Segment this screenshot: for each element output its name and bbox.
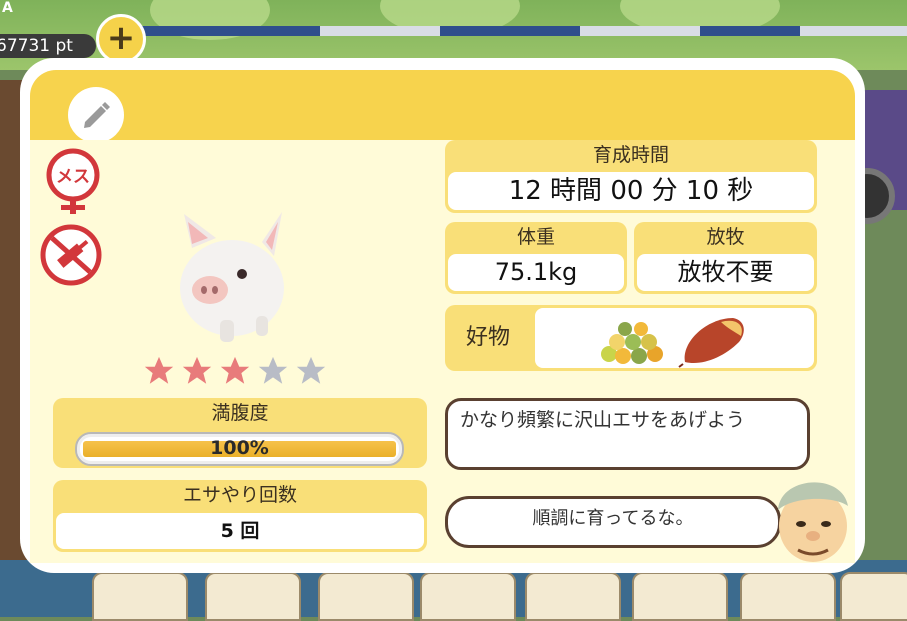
feed-count-label: エサやり回数 [182, 484, 297, 506]
level-label: A [2, 0, 13, 16]
feed-tray[interactable] [632, 572, 728, 621]
edit-name-button[interactable] [68, 87, 124, 143]
star-empty-icon [296, 356, 326, 384]
star-filled-icon [220, 356, 250, 384]
comment-bubble: 順調に育ってるな。 [445, 496, 781, 548]
growth-time-label: 育成時間 [592, 144, 669, 166]
rating-stars [142, 354, 328, 388]
weight-label: 体重 [516, 226, 555, 248]
farmer-avatar [768, 466, 858, 570]
advice-bubble: かなり頻繁に沢山エサをあげよう [445, 398, 810, 470]
feed-tray[interactable] [205, 572, 301, 621]
grazing-value: 放牧不要 [637, 254, 814, 291]
no-syringe-icon [40, 224, 102, 290]
background-fence [140, 26, 907, 36]
satiety-gauge: 100% [75, 432, 404, 466]
growth-time-value: 12 時間 00 分 10 秒 [448, 172, 814, 210]
star-empty-icon [258, 356, 288, 384]
points-display: 67731 pt [0, 34, 96, 58]
weight-box: 体重 75.1kg [445, 222, 627, 294]
feed-tray[interactable] [318, 572, 414, 621]
feed-tray[interactable] [420, 572, 516, 621]
feed-count-box: エサやり回数 5 回 [53, 480, 427, 552]
favorite-food-items [535, 308, 814, 368]
gender-label: メス [56, 167, 90, 187]
weight-value: 75.1kg [448, 254, 624, 291]
panel-header [30, 70, 855, 143]
star-filled-icon [144, 356, 174, 384]
female-symbol-icon: メス [44, 148, 102, 220]
satiety-value: 100% [210, 437, 269, 459]
favorite-food-label: 好物 [465, 325, 510, 350]
feed-tray[interactable] [525, 572, 621, 621]
feed-tray[interactable] [740, 572, 836, 621]
grazing-label: 放牧 [706, 226, 745, 248]
mixed-feed-icon [601, 322, 663, 364]
favorite-food-box: 好物 [445, 305, 817, 371]
pig-image [170, 208, 300, 352]
grazing-box: 放牧 放牧不要 [634, 222, 817, 294]
pencil-icon [84, 102, 110, 128]
feed-tray[interactable] [840, 572, 907, 621]
feed-count-value: 5 回 [56, 513, 424, 549]
star-filled-icon [182, 356, 212, 384]
growth-time-box: 育成時間 12 時間 00 分 10 秒 [445, 140, 817, 213]
feed-tray[interactable] [92, 572, 188, 621]
sweet-potato-icon [678, 318, 744, 368]
satiety-label: 満腹度 [211, 402, 269, 424]
add-points-button[interactable]: + [96, 14, 146, 64]
animal-info-panel: メス 満腹度 100% エサやり回数 5 回 育成時間 12 時間 00 分 1… [20, 58, 865, 573]
